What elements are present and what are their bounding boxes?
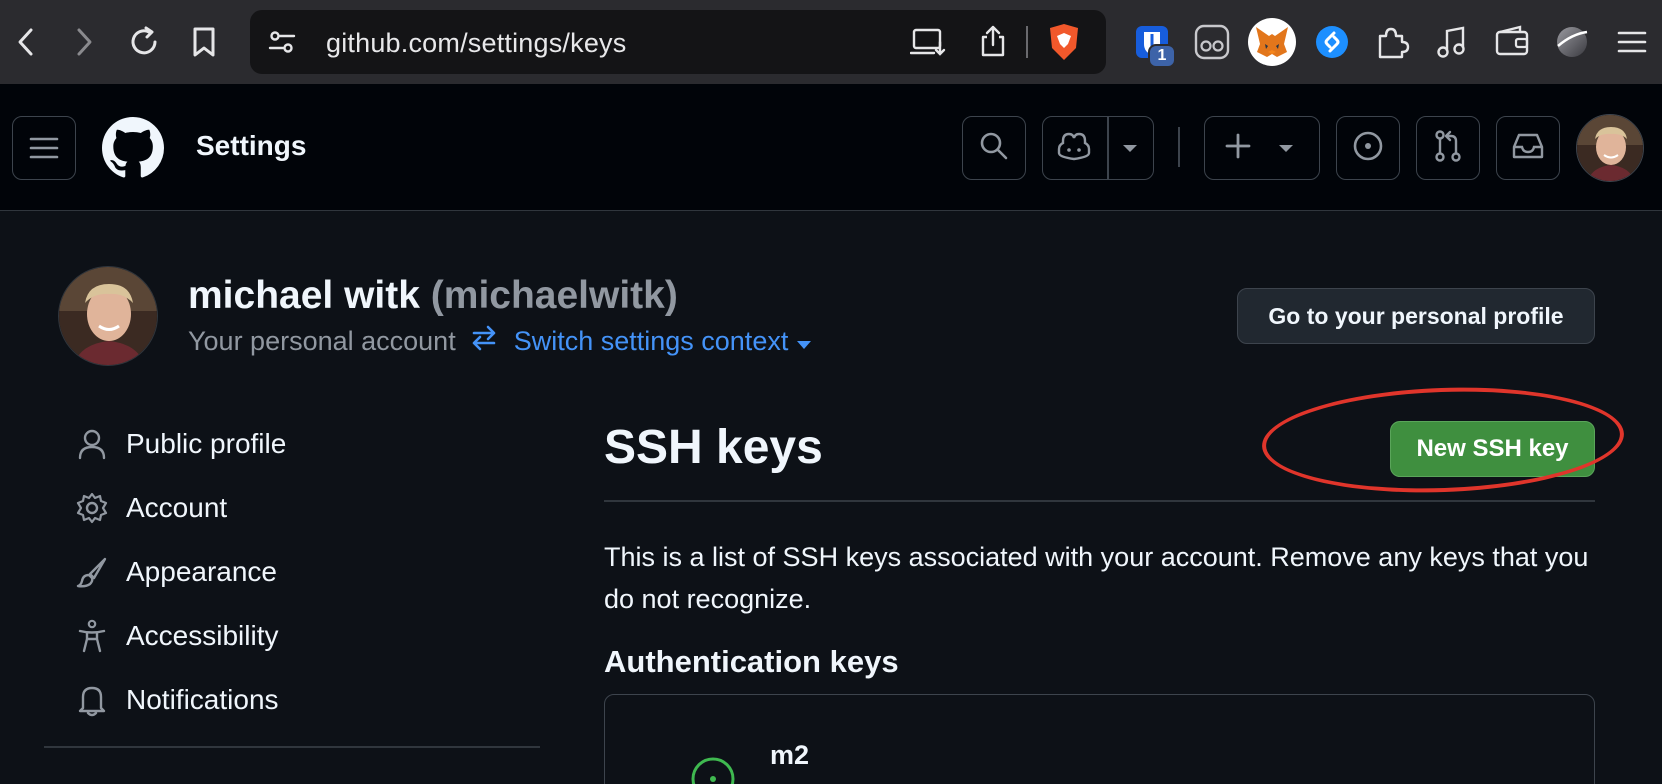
pull-requests-button[interactable]	[1416, 116, 1480, 180]
inbox-button[interactable]	[1496, 116, 1560, 180]
account-subtitle-row: Your personal account Switch settings co…	[188, 325, 812, 358]
extensions-icon[interactable]	[1370, 20, 1414, 64]
pull-requests-icon	[1433, 129, 1463, 168]
issues-button[interactable]	[1336, 116, 1400, 180]
github-logo-icon[interactable]	[102, 117, 164, 184]
sidebar-item-public-profile[interactable]: Public profile	[74, 420, 534, 468]
sidebar-item-label: Account	[126, 492, 228, 523]
avatar[interactable]	[1576, 114, 1644, 182]
bookmark-icon[interactable]	[184, 22, 224, 62]
address-bar[interactable]: github.com/settings/keys	[250, 10, 1106, 74]
shazam-icon[interactable]	[1310, 20, 1354, 64]
leo-icon[interactable]	[1550, 20, 1594, 64]
go-to-profile-button[interactable]: Go to your personal profile	[1237, 288, 1595, 344]
page-title: SSH keys	[604, 421, 823, 474]
sidebar-divider	[44, 746, 540, 748]
sidebar-item-accessibility[interactable]: Accessibility	[74, 612, 534, 660]
sidebar-item-appearance[interactable]: Appearance	[74, 548, 534, 596]
sidebar-item-label: Notifications	[126, 684, 279, 715]
title-divider	[604, 500, 1595, 502]
paintbrush-icon	[74, 554, 110, 590]
copilot-icon	[1057, 131, 1091, 166]
github-header: Settings	[0, 84, 1662, 211]
brave-shield-icon[interactable]	[1046, 22, 1082, 67]
account-subtitle: Your personal account	[188, 326, 456, 356]
issues-icon	[1352, 130, 1384, 167]
urlbar-divider	[1026, 26, 1028, 58]
plus-icon	[1225, 133, 1251, 164]
url-text[interactable]: github.com/settings/keys	[326, 28, 626, 59]
search-button[interactable]	[962, 116, 1026, 180]
search-icon	[979, 131, 1009, 166]
key-name: m2	[770, 740, 810, 770]
keys-description: This is a list of SSH keys associated wi…	[604, 542, 1589, 614]
keys-list	[604, 694, 1595, 784]
switch-settings-context-link[interactable]: Switch settings context	[470, 325, 813, 358]
inbox-icon	[1511, 131, 1545, 166]
copilot-divider	[1107, 117, 1109, 179]
install-app-icon[interactable]	[909, 26, 946, 63]
account-avatar	[58, 266, 158, 366]
sidebar-item-account[interactable]: Account	[74, 484, 534, 532]
accessibility-icon	[74, 618, 110, 654]
create-new-button[interactable]	[1204, 116, 1320, 180]
caret-down-icon	[796, 326, 812, 357]
new-ssh-key-button[interactable]: New SSH key	[1390, 421, 1595, 477]
wallet-icon[interactable]	[1490, 20, 1534, 64]
chevron-down-icon[interactable]	[1121, 141, 1139, 159]
section-title: Authentication keys	[604, 644, 899, 679]
arrow-switch-icon	[470, 325, 498, 358]
browser-toolbar: github.com/settings/keys 1	[0, 0, 1662, 84]
reader-icon[interactable]	[1190, 20, 1234, 64]
reload-icon[interactable]	[124, 22, 164, 62]
account-name: michael witk (michaelwitk)	[188, 274, 678, 318]
sidebar-item-label: Public profile	[126, 428, 287, 459]
bell-icon	[74, 682, 110, 718]
hamburger-icon[interactable]	[12, 116, 76, 180]
menu-icon[interactable]	[1610, 20, 1654, 64]
sidebar-item-notifications[interactable]: Notifications	[74, 676, 534, 724]
back-icon[interactable]	[6, 22, 46, 62]
sidebar-item-label: Appearance	[126, 556, 278, 587]
gear-icon	[74, 490, 110, 526]
site-settings-icon[interactable]	[268, 28, 296, 61]
person-icon	[74, 426, 110, 462]
metamask-icon[interactable]	[1248, 18, 1296, 66]
media-icon[interactable]	[1430, 20, 1474, 64]
key-status-icon	[690, 756, 736, 784]
header-divider	[1178, 127, 1180, 167]
account-display-name: michael witk	[188, 274, 420, 317]
share-icon[interactable]	[978, 24, 1008, 63]
forward-icon[interactable]	[64, 22, 104, 62]
switch-settings-context-label[interactable]: Switch settings context	[514, 326, 789, 357]
sidebar-item-label: Accessibility	[126, 620, 279, 651]
chevron-down-icon	[1277, 141, 1295, 159]
copilot-button[interactable]	[1042, 116, 1154, 180]
account-login: (michaelwitk)	[430, 274, 678, 317]
header-title: Settings	[196, 130, 307, 161]
extension-badge: 1	[1148, 44, 1176, 68]
